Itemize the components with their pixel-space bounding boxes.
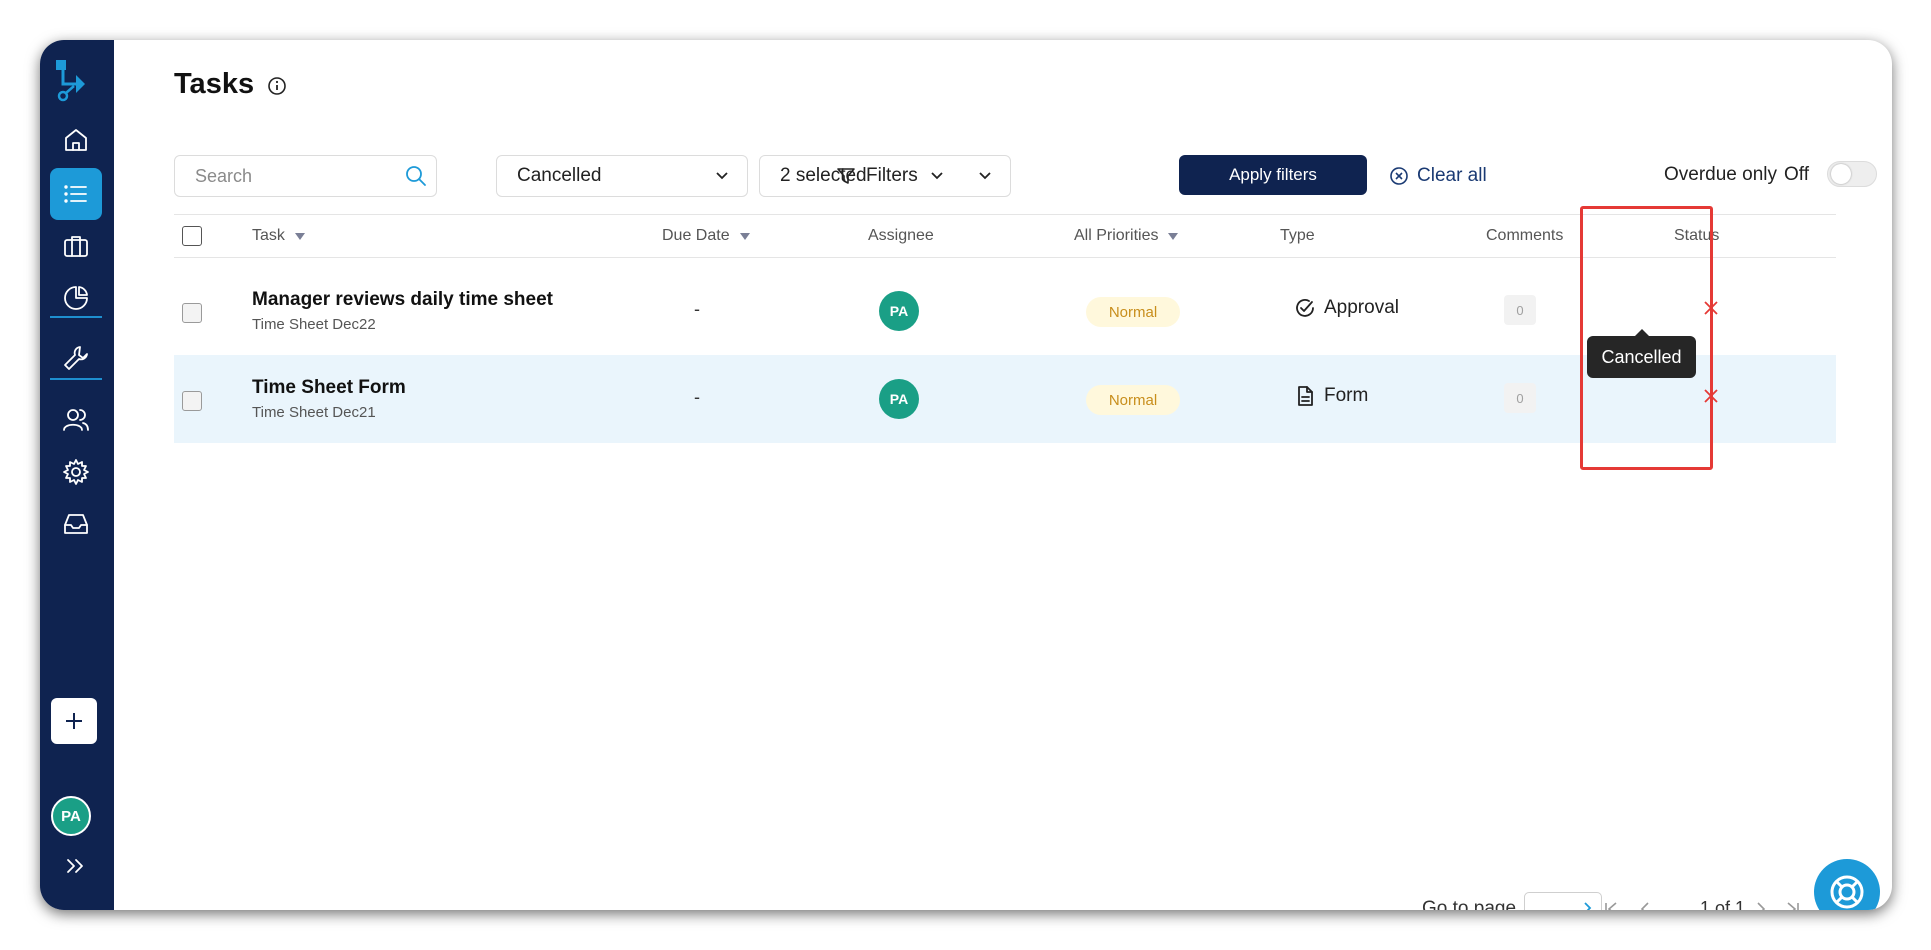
column-header-label: Due Date xyxy=(662,227,730,244)
page-count: 1 of 1 xyxy=(1700,898,1746,910)
sort-down-icon xyxy=(294,232,305,240)
expand-sidebar-button[interactable] xyxy=(50,848,102,884)
home-icon xyxy=(65,129,87,151)
assignee-avatar[interactable]: PA xyxy=(879,379,919,419)
lifebuoy-icon xyxy=(1830,875,1864,909)
sidebar-item-home[interactable] xyxy=(50,114,102,166)
comments-count[interactable]: 0 xyxy=(1504,295,1536,325)
overdue-only-label: Overdue only xyxy=(1664,164,1778,185)
tasks-list-icon xyxy=(64,185,87,203)
row-checkbox[interactable] xyxy=(182,391,202,411)
chevron-down-icon xyxy=(931,172,943,180)
column-header-priorities[interactable]: All Priorities xyxy=(1074,227,1179,245)
column-header-label: Task xyxy=(252,227,285,244)
go-to-page-label: Go to page xyxy=(1422,898,1517,910)
users-icon xyxy=(63,409,89,431)
column-header-due-date[interactable]: Due Date xyxy=(662,227,750,245)
filters-button[interactable]: Filters xyxy=(824,155,958,197)
sidebar-divider xyxy=(50,378,102,380)
priority-badge: Normal xyxy=(1086,385,1180,415)
search-icon[interactable] xyxy=(404,164,428,188)
plus-icon xyxy=(66,713,82,729)
task-type: Form xyxy=(1294,385,1368,407)
close-circle-icon xyxy=(1390,167,1408,185)
x-icon[interactable] xyxy=(1701,386,1721,406)
previous-page-icon[interactable] xyxy=(1634,898,1656,910)
inbox-icon xyxy=(64,514,88,534)
info-icon[interactable] xyxy=(266,75,288,97)
page-title: Tasks xyxy=(174,68,255,100)
column-header-comments: Comments xyxy=(1486,227,1563,245)
clear-all-button[interactable]: Clear all xyxy=(1389,155,1487,197)
briefcase-icon xyxy=(64,236,88,257)
column-header-label: Comments xyxy=(1486,227,1564,244)
add-button[interactable] xyxy=(51,698,97,744)
overdue-state-label: Off xyxy=(1784,164,1809,185)
task-type-label: Approval xyxy=(1324,297,1399,318)
first-page-icon[interactable] xyxy=(1600,898,1622,910)
column-header-label: Status xyxy=(1674,227,1720,244)
wrench-icon xyxy=(64,346,88,370)
next-page-icon[interactable] xyxy=(1750,898,1772,910)
row-checkbox[interactable] xyxy=(182,303,202,323)
status-filter-dropdown[interactable]: Cancelled xyxy=(496,155,748,197)
select-all-checkbox[interactable] xyxy=(182,226,202,246)
sort-down-icon xyxy=(739,232,750,240)
check-circle-icon xyxy=(1296,299,1314,317)
task-subtitle: Time Sheet Dec21 xyxy=(252,404,376,421)
task-title[interactable]: Manager reviews daily time sheet xyxy=(252,289,553,311)
sidebar-item-users[interactable] xyxy=(50,394,102,446)
help-button[interactable] xyxy=(1814,859,1880,910)
column-header-assignee: Assignee xyxy=(868,227,934,245)
clear-all-label: Clear all xyxy=(1417,165,1487,186)
column-header-label: Type xyxy=(1280,227,1315,244)
toggle-knob xyxy=(1831,164,1851,184)
user-avatar[interactable]: PA xyxy=(51,796,91,836)
due-date: - xyxy=(694,299,700,319)
task-subtitle: Time Sheet Dec22 xyxy=(252,316,376,333)
sidebar: PA xyxy=(40,40,114,910)
app-window: PA Tasks Cancelled 2 selected Filte xyxy=(40,40,1892,910)
filter-funnel-icon xyxy=(837,168,855,184)
sidebar-item-settings[interactable] xyxy=(50,446,102,498)
gear-icon xyxy=(63,459,89,485)
column-header-task[interactable]: Task xyxy=(252,227,305,245)
column-header-label: Assignee xyxy=(868,227,934,244)
main-content: Tasks Cancelled 2 selected Filters Apply… xyxy=(114,40,1892,910)
app-logo-icon[interactable] xyxy=(54,58,100,104)
status-filter-value: Cancelled xyxy=(517,165,602,186)
filters-label: Filters xyxy=(866,165,918,186)
chevron-down-icon xyxy=(716,172,728,180)
task-type: Approval xyxy=(1294,297,1399,319)
due-date: - xyxy=(694,387,700,407)
sort-down-icon xyxy=(1168,232,1179,240)
chevron-right-icon[interactable] xyxy=(1579,900,1595,910)
comments-count[interactable]: 0 xyxy=(1504,383,1536,413)
column-header-type: Type xyxy=(1280,227,1315,245)
sidebar-item-tasks[interactable] xyxy=(50,168,102,220)
status-tooltip: Cancelled xyxy=(1587,329,1696,378)
go-to-page-input[interactable] xyxy=(1524,892,1602,910)
priority-badge: Normal xyxy=(1086,297,1180,327)
sidebar-item-tools[interactable] xyxy=(50,332,102,384)
assignee-avatar[interactable]: PA xyxy=(879,291,919,331)
chevron-down-icon xyxy=(979,172,991,180)
last-page-icon[interactable] xyxy=(1782,898,1804,910)
search-input[interactable] xyxy=(174,155,437,197)
double-chevron-right-icon xyxy=(67,859,83,873)
table-header: Task Due Date Assignee All Priorities Ty… xyxy=(174,214,1836,258)
sidebar-divider xyxy=(50,316,102,318)
overdue-only-toggle[interactable] xyxy=(1827,161,1877,187)
document-icon xyxy=(1298,386,1313,406)
sidebar-item-workspaces[interactable] xyxy=(50,220,102,272)
column-header-label: All Priorities xyxy=(1074,227,1159,244)
apply-filters-button[interactable]: Apply filters xyxy=(1179,155,1367,195)
column-header-status: Status xyxy=(1674,227,1719,245)
pie-chart-icon xyxy=(64,286,88,310)
task-title[interactable]: Time Sheet Form xyxy=(252,377,406,399)
x-icon[interactable] xyxy=(1701,298,1721,318)
sidebar-item-inbox[interactable] xyxy=(50,498,102,550)
task-type-label: Form xyxy=(1324,385,1369,406)
